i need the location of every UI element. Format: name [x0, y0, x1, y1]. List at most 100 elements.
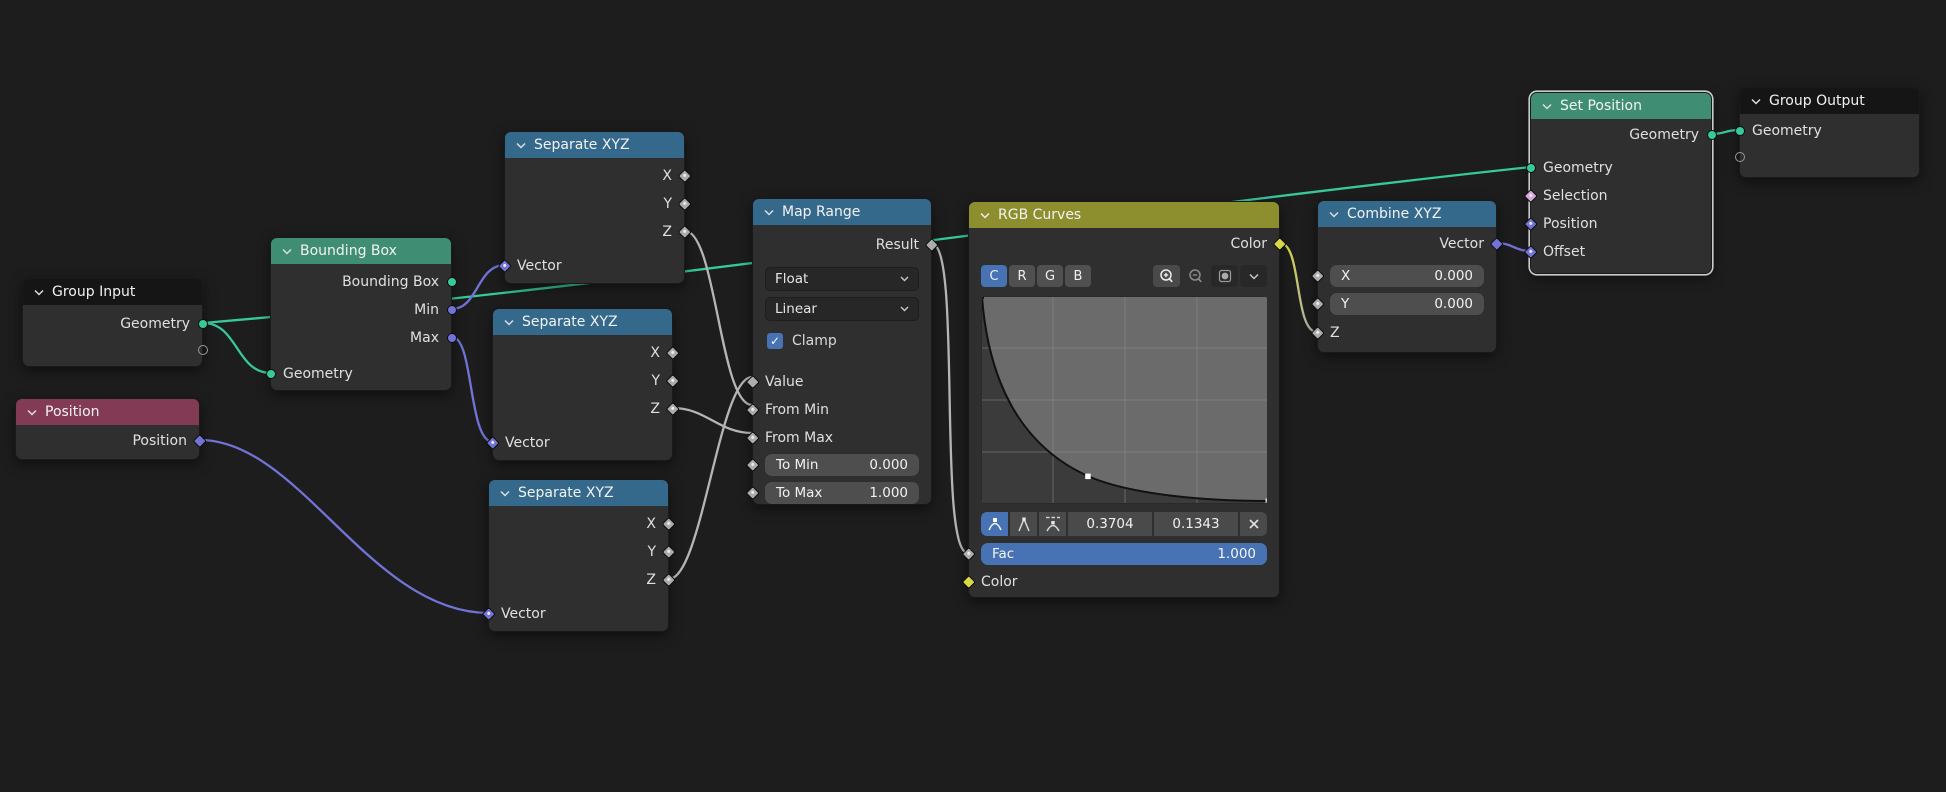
node-title: Separate XYZ — [522, 314, 618, 330]
socket-bbox-output[interactable] — [447, 277, 457, 287]
channel-button-b[interactable]: B — [1065, 265, 1091, 287]
node-editor-canvas[interactable]: Group Input Geometry Position Position B… — [0, 0, 1946, 792]
to-max-field[interactable]: To Max 1.000 — [765, 482, 919, 504]
node-header[interactable]: Separate XYZ — [505, 132, 684, 158]
socket-label-color-in: Color — [981, 574, 1018, 590]
data-type-dropdown[interactable]: Float — [765, 267, 919, 291]
node-group-output[interactable]: Group Output Geometry — [1739, 87, 1920, 178]
node-title: RGB Curves — [998, 207, 1081, 223]
clamp-label: Clamp — [792, 333, 837, 349]
chevron-down-icon — [900, 306, 909, 312]
point-x-field[interactable]: 0.3704 — [1068, 512, 1152, 536]
socket-label-z: Z — [1330, 325, 1340, 341]
socket-label-vector: Vector — [505, 435, 550, 451]
socket-virtual-input[interactable] — [1735, 152, 1745, 162]
socket-label-y: Y — [663, 196, 672, 212]
node-header[interactable]: Combine XYZ — [1318, 201, 1496, 227]
collapse-chevron-icon[interactable] — [516, 142, 526, 149]
socket-label-z: Z — [646, 572, 656, 588]
handle-auto-button[interactable] — [981, 512, 1008, 536]
field-value: 1.000 — [869, 485, 908, 501]
socket-label-value: Value — [765, 374, 803, 390]
collapse-chevron-icon[interactable] — [282, 248, 292, 255]
node-header[interactable]: Group Output — [1740, 88, 1919, 114]
fac-slider[interactable]: Fac 1.000 — [981, 543, 1267, 565]
chevron-down-icon — [900, 276, 909, 282]
node-separate-xyz-1[interactable]: Separate XYZ X Y Z Vector — [504, 131, 685, 284]
socket-label-position: Position — [132, 433, 187, 449]
channel-button-g[interactable]: G — [1037, 265, 1063, 287]
node-header[interactable]: Position — [16, 399, 199, 425]
zoom-in-icon[interactable] — [1153, 265, 1180, 287]
socket-geometry-output[interactable] — [198, 319, 208, 329]
handle-vector-button[interactable] — [1010, 512, 1037, 536]
socket-label-geometry: Geometry — [1752, 123, 1822, 139]
to-min-field[interactable]: To Min 0.000 — [765, 454, 919, 476]
socket-label-color-out: Color — [1230, 236, 1267, 252]
node-header[interactable]: Bounding Box — [271, 238, 451, 264]
socket-label-offset: Offset — [1543, 244, 1585, 260]
socket-label-geometry: Geometry — [283, 366, 353, 382]
node-header[interactable]: Group Input — [23, 279, 202, 305]
socket-geometry-output[interactable] — [1707, 130, 1717, 140]
collapse-chevron-icon[interactable] — [1542, 103, 1552, 110]
clipping-options-icon[interactable] — [1211, 265, 1238, 287]
point-y-field[interactable]: 0.1343 — [1154, 512, 1238, 536]
collapse-chevron-icon[interactable] — [27, 409, 37, 416]
node-map-range[interactable]: Map Range Result Float Linear ✓ Clamp Va… — [752, 198, 932, 505]
node-header[interactable]: Map Range — [753, 199, 931, 225]
node-title: Separate XYZ — [518, 485, 614, 501]
delete-point-button[interactable] — [1240, 512, 1267, 536]
socket-label-z: Z — [650, 401, 660, 417]
collapse-chevron-icon[interactable] — [764, 209, 774, 216]
collapse-chevron-icon[interactable] — [504, 319, 514, 326]
node-position[interactable]: Position Position — [15, 398, 200, 460]
socket-label-min: Min — [414, 302, 439, 318]
socket-virtual-output[interactable] — [198, 345, 208, 355]
handle-auto-clamped-button[interactable] — [1039, 512, 1066, 536]
socket-label-selection: Selection — [1543, 188, 1608, 204]
zoom-out-icon[interactable] — [1182, 265, 1209, 287]
socket-label-position: Position — [1543, 216, 1598, 232]
channel-button-r[interactable]: R — [1009, 265, 1035, 287]
collapse-chevron-icon[interactable] — [34, 289, 44, 296]
curve-editor[interactable] — [981, 296, 1267, 504]
socket-label-x: X — [646, 516, 656, 532]
socket-label-z: Z — [662, 224, 672, 240]
node-header[interactable]: Separate XYZ — [493, 309, 672, 335]
socket-label-x: X — [662, 168, 672, 184]
socket-max-output[interactable] — [447, 333, 457, 343]
node-header[interactable]: Set Position — [1531, 93, 1711, 119]
tools-dropdown-chevron-icon[interactable] — [1240, 265, 1267, 287]
node-title: Group Output — [1769, 93, 1865, 109]
collapse-chevron-icon[interactable] — [500, 490, 510, 497]
node-separate-xyz-2[interactable]: Separate XYZ X Y Z Vector — [492, 308, 673, 461]
x-field[interactable]: X 0.000 — [1330, 265, 1484, 287]
socket-geometry-input[interactable] — [266, 369, 276, 379]
node-bounding-box[interactable]: Bounding Box Bounding Box Min Max Geomet… — [270, 237, 452, 391]
socket-label-y: Y — [647, 544, 656, 560]
y-field[interactable]: Y 0.000 — [1330, 293, 1484, 315]
node-title: Bounding Box — [300, 243, 397, 259]
node-header[interactable]: RGB Curves — [969, 202, 1279, 228]
node-header[interactable]: Separate XYZ — [489, 480, 668, 506]
channel-button-c[interactable]: C — [981, 265, 1007, 287]
node-set-position[interactable]: Set Position Geometry Geometry Selection… — [1530, 92, 1712, 274]
collapse-chevron-icon[interactable] — [1329, 211, 1339, 218]
node-rgb-curves[interactable]: RGB Curves Color C R G B — [968, 201, 1280, 598]
field-label: To Max — [776, 485, 822, 501]
collapse-chevron-icon[interactable] — [980, 212, 990, 219]
socket-min-output[interactable] — [447, 305, 457, 315]
node-title: Separate XYZ — [534, 137, 630, 153]
socket-label-from-max: From Max — [765, 430, 833, 446]
clamp-checkbox[interactable]: ✓ — [767, 333, 783, 349]
interpolation-dropdown[interactable]: Linear — [765, 297, 919, 321]
collapse-chevron-icon[interactable] — [1751, 98, 1761, 105]
node-combine-xyz[interactable]: Combine XYZ Vector X 0.000 Y 0.000 Z — [1317, 200, 1497, 353]
socket-geometry-input[interactable] — [1526, 163, 1536, 173]
node-separate-xyz-3[interactable]: Separate XYZ X Y Z Vector — [488, 479, 669, 632]
fac-value: 1.000 — [1217, 546, 1256, 562]
socket-geometry-input[interactable] — [1735, 126, 1745, 136]
node-group-input[interactable]: Group Input Geometry — [22, 278, 203, 367]
fac-label: Fac — [992, 546, 1014, 562]
